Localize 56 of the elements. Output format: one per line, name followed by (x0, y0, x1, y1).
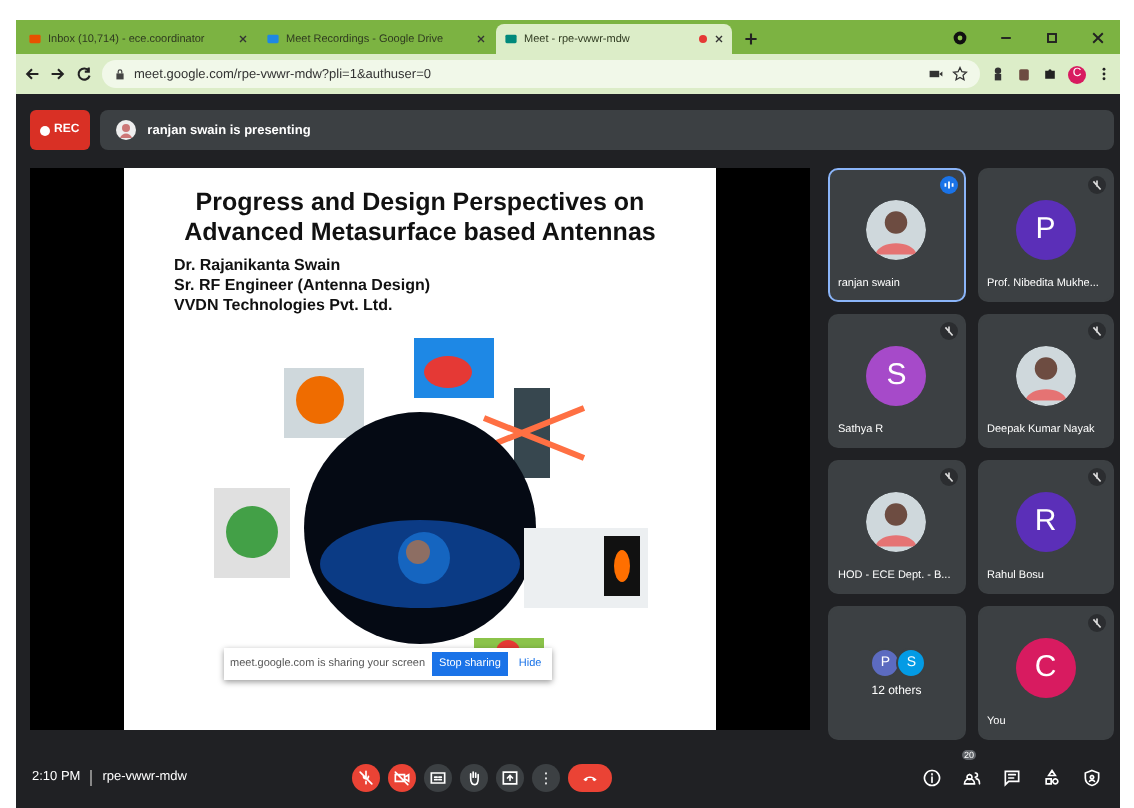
mic-off-icon (1088, 322, 1106, 340)
favicon-icon (266, 32, 280, 46)
raise-hand-button[interactable] (460, 763, 488, 791)
letter-avatar: R (1015, 491, 1076, 551)
reload-icon[interactable] (76, 66, 92, 82)
info-button[interactable] (920, 765, 944, 789)
present-button[interactable] (496, 763, 524, 791)
close-tab-icon[interactable] (238, 34, 248, 44)
info-icon (922, 767, 942, 787)
camera-off-button[interactable] (388, 763, 416, 791)
mic-off-icon (1088, 468, 1106, 486)
media-control-icon[interactable] (952, 30, 968, 46)
maximize-icon[interactable] (1044, 30, 1060, 46)
lock-icon (114, 68, 126, 80)
slide-author-text: Dr. Rajanikanta Swain Sr. RF Engineer (Antenna Design) VVDN Technologies Pvt. Ltd. (172, 254, 433, 316)
favicon-icon (504, 32, 518, 46)
close-tab-icon[interactable] (476, 34, 486, 44)
host-icon (1082, 767, 1102, 787)
slide-title: Progress and Design Perspectives on Advanced Metasurface based Antennas (182, 186, 658, 248)
letter-avatar: C (1015, 637, 1076, 697)
chat-icon (1002, 767, 1022, 787)
extension-icon[interactable] (1016, 66, 1032, 82)
camera-icon[interactable] (928, 66, 944, 82)
speaking-icon (939, 176, 957, 194)
forward-icon[interactable] (50, 66, 66, 82)
people-icon (962, 767, 982, 787)
back-icon[interactable] (24, 66, 40, 82)
mic-off-icon (1088, 614, 1106, 632)
new-tab-icon[interactable] (744, 32, 758, 46)
avatar-icon (866, 199, 927, 259)
captions-button[interactable] (424, 763, 452, 791)
close-tab-icon[interactable] (714, 34, 724, 44)
more-options-button[interactable] (532, 763, 560, 791)
host-controls-button[interactable] (1080, 765, 1104, 789)
star-icon[interactable] (952, 66, 968, 82)
extension-icon[interactable] (990, 66, 1006, 82)
present-icon (500, 767, 520, 787)
end-call-button[interactable] (568, 763, 612, 791)
chat-button[interactable] (1000, 765, 1024, 789)
mic-off-icon (939, 322, 957, 340)
captions-icon (428, 767, 448, 787)
close-icon[interactable] (1090, 30, 1106, 46)
mic-icon (356, 767, 376, 787)
letter-avatar: P (1015, 199, 1076, 259)
mic-off-icon (939, 468, 957, 486)
avatar-icon (115, 120, 136, 140)
avatar-icon (1015, 345, 1076, 405)
avatar-icon (866, 491, 927, 551)
activities-icon (1042, 767, 1062, 787)
letter-avatar: S (866, 345, 927, 405)
favicon-icon (28, 32, 42, 46)
mic-off-button[interactable] (352, 763, 380, 791)
activities-button[interactable] (1040, 765, 1064, 789)
hand-icon (464, 767, 484, 787)
camera-icon (392, 767, 412, 787)
mic-off-icon (1088, 176, 1106, 194)
